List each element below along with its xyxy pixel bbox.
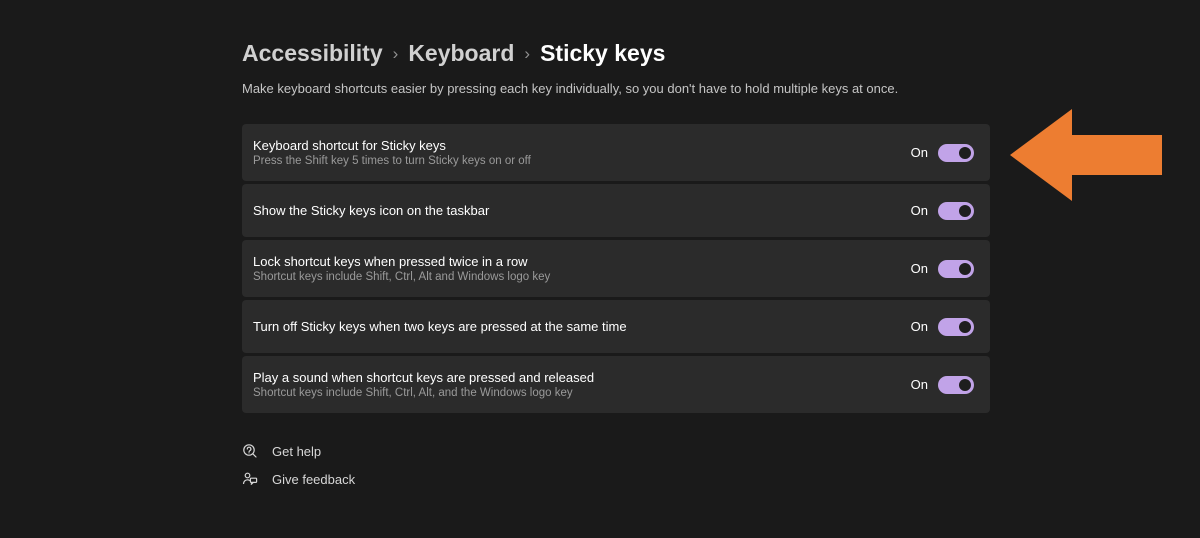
setting-title: Keyboard shortcut for Sticky keys	[253, 138, 531, 153]
setting-desc: Shortcut keys include Shift, Ctrl, Alt, …	[253, 387, 594, 399]
toggle-state-label: On	[911, 261, 928, 276]
setting-title: Turn off Sticky keys when two keys are p…	[253, 319, 627, 334]
setting-desc: Shortcut keys include Shift, Ctrl, Alt a…	[253, 271, 550, 283]
setting-row-shortcut: Keyboard shortcut for Sticky keys Press …	[242, 124, 990, 181]
toggle-lock-keys[interactable]	[938, 260, 974, 278]
chevron-right-icon: ›	[393, 44, 399, 64]
setting-row-lock-keys: Lock shortcut keys when pressed twice in…	[242, 240, 990, 297]
breadcrumb-accessibility[interactable]: Accessibility	[242, 40, 383, 67]
get-help-link[interactable]: Get help	[242, 443, 990, 459]
chevron-right-icon: ›	[524, 44, 530, 64]
link-label: Get help	[272, 444, 321, 459]
give-feedback-link[interactable]: Give feedback	[242, 471, 990, 487]
link-label: Give feedback	[272, 472, 355, 487]
breadcrumb-current: Sticky keys	[540, 40, 665, 67]
setting-row-play-sound: Play a sound when shortcut keys are pres…	[242, 356, 990, 413]
toggle-shortcut[interactable]	[938, 144, 974, 162]
setting-row-taskbar-icon: Show the Sticky keys icon on the taskbar…	[242, 184, 990, 237]
setting-title: Play a sound when shortcut keys are pres…	[253, 370, 594, 385]
help-icon	[242, 443, 258, 459]
setting-row-two-keys: Turn off Sticky keys when two keys are p…	[242, 300, 990, 353]
breadcrumb-keyboard[interactable]: Keyboard	[408, 40, 514, 67]
setting-title: Lock shortcut keys when pressed twice in…	[253, 254, 550, 269]
toggle-two-keys[interactable]	[938, 318, 974, 336]
setting-title: Show the Sticky keys icon on the taskbar	[253, 203, 489, 218]
page-subtitle: Make keyboard shortcuts easier by pressi…	[242, 81, 990, 96]
toggle-state-label: On	[911, 145, 928, 160]
callout-arrow-icon	[1010, 105, 1162, 205]
breadcrumb: Accessibility › Keyboard › Sticky keys	[242, 40, 990, 67]
toggle-state-label: On	[911, 203, 928, 218]
toggle-play-sound[interactable]	[938, 376, 974, 394]
toggle-state-label: On	[911, 319, 928, 334]
setting-desc: Press the Shift key 5 times to turn Stic…	[253, 155, 531, 167]
toggle-taskbar-icon[interactable]	[938, 202, 974, 220]
feedback-icon	[242, 471, 258, 487]
toggle-state-label: On	[911, 377, 928, 392]
